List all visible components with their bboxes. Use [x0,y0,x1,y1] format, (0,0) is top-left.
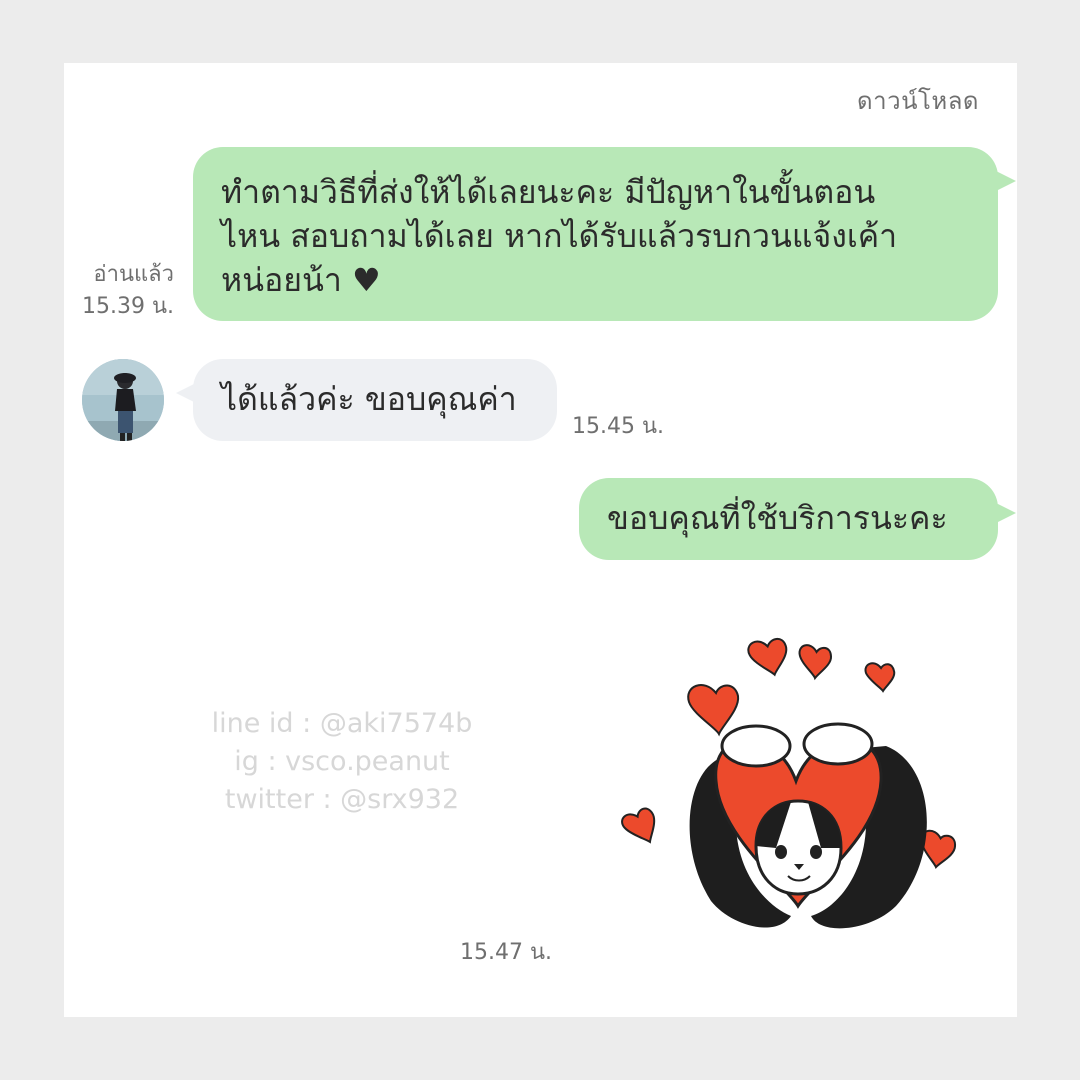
message-time: 15.45 น. [572,414,665,439]
message-text-line: ไหน สอบถามได้เลย หากได้รับแล้วรบกวนแจ้งเ… [221,217,898,255]
watermark-ig: ig : vsco.peanut [234,746,450,777]
outgoing-message-bubble[interactable]: ขอบคุณที่ใช้บริการนะคะ [579,478,998,560]
message-text-line: หน่อยน้า ♥ [221,261,381,299]
chat-screen: ดาวน์โหลด อ่านแล้ว 15.39 น. ทำตามวิธีที่… [64,63,1017,1017]
watermark-twitter: twitter : @srx932 [224,784,460,815]
watermark-line-id: line id : @aki7574b [211,708,473,739]
avatar-photo-icon [82,359,164,441]
message-text: ขอบคุณที่ใช้บริการนะคะ [607,499,948,537]
bubble-tail [992,501,1016,525]
bubble-tail [992,169,1016,193]
watermark: line id : @aki7574b ig : vsco.peanut twi… [192,705,492,819]
bubble-tail [176,381,200,405]
message-text-line: ทำตามวิธีที่ส่งให้ได้เลยนะคะ มีปัญหาในขั… [221,173,876,211]
read-receipt: อ่านแล้ว [93,262,174,287]
download-button[interactable]: ดาวน์โหลด [857,81,979,120]
outgoing-message-bubble[interactable]: ทำตามวิธีที่ส่งให้ได้เลยนะคะ มีปัญหาในขั… [193,147,998,321]
message-text: ได้แล้วค่ะ ขอบคุณค่า [221,380,517,418]
cat-hearts-sticker-icon [621,637,957,929]
cat-hearts-sticker[interactable] [616,616,976,946]
avatar[interactable] [82,359,164,441]
message-meta: อ่านแล้ว 15.39 น. [64,259,174,323]
message-time: 15.39 น. [81,294,174,319]
message-time: 15.47 น. [460,940,553,965]
incoming-message-bubble[interactable]: ได้แล้วค่ะ ขอบคุณค่า [193,359,557,441]
